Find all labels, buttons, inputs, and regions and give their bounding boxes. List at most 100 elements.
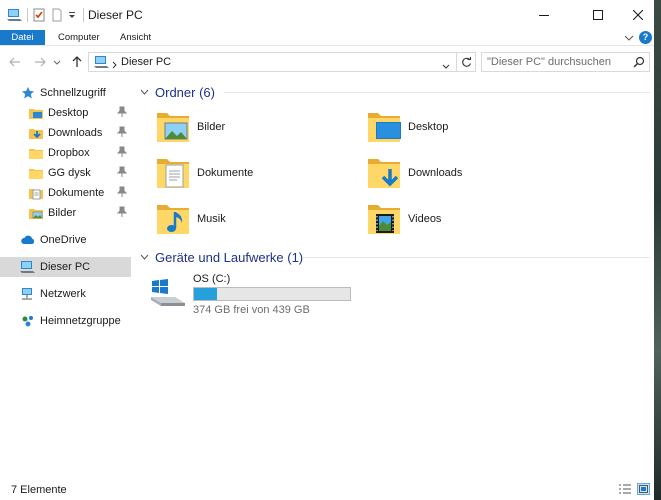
collapse-chevron-icon[interactable] [140, 89, 149, 95]
help-icon[interactable]: ? [639, 31, 652, 44]
search-placeholder: "Dieser PC" durchsuchen [487, 56, 611, 68]
folder-label: Bilder [197, 121, 226, 133]
sidebar-item-label: Dieser PC [40, 261, 91, 273]
address-dropdown-chevron-icon[interactable] [442, 58, 450, 72]
sidebar-item-label: Desktop [48, 107, 89, 119]
sidebar-item-label: GG dysk [48, 167, 91, 179]
drive-free-space: 374 GB frei von 439 GB [193, 304, 310, 316]
up-arrow-icon[interactable] [68, 53, 86, 71]
qa-separator [27, 8, 28, 22]
tab-computer[interactable]: Computer [58, 30, 100, 45]
pictures-folder-icon [28, 205, 44, 221]
sidebar-item-label: OneDrive [40, 234, 87, 246]
sidebar-item-schnellzugriff[interactable]: Schnellzugriff [0, 83, 131, 103]
sidebar-item-desktop[interactable]: Desktop [0, 103, 131, 123]
sidebar-item-heimnetzgruppe[interactable]: Heimnetzgruppe [0, 311, 131, 331]
refresh-icon [461, 56, 471, 67]
address-bar[interactable]: Dieser PC [88, 52, 457, 72]
folder-icon [28, 145, 44, 161]
breadcrumb-current[interactable]: Dieser PC [121, 56, 171, 68]
customize-qa-chevron-icon[interactable] [66, 7, 78, 23]
sidebar-item-dieser-pc[interactable]: Dieser PC [0, 257, 131, 277]
item-count: 7 Elemente [11, 484, 67, 496]
expand-ribbon-chevron-icon[interactable] [622, 30, 636, 45]
sidebar-item-netzwerk[interactable]: Netzwerk [0, 284, 131, 304]
homegroup-icon [20, 313, 36, 329]
drive-os-c[interactable]: OS (C:) 374 GB frei von 439 GB [149, 273, 389, 317]
pin-icon[interactable] [116, 206, 128, 221]
desktop-folder-icon [368, 113, 401, 142]
pin-icon[interactable] [116, 186, 128, 201]
star-icon [20, 85, 36, 101]
search-icon[interactable] [633, 56, 645, 71]
sidebar-item-label: Netzwerk [40, 288, 86, 300]
drive-name: OS (C:) [193, 273, 231, 285]
documents-folder-icon [157, 159, 189, 188]
sidebar-item-label: Dokumente [48, 187, 105, 199]
window-title: Dieser PC [88, 8, 143, 22]
folder-label: Desktop [408, 121, 449, 133]
forward-arrow-icon[interactable] [31, 53, 49, 71]
folder-icon [28, 165, 44, 181]
navigation-pane: Schnellzugriff Desktop Downloads Dropbox [0, 77, 131, 478]
explorer-window: Dieser PC Datei Computer Ansicht ? Diese… [0, 0, 654, 500]
recent-locations-chevron-icon[interactable] [52, 53, 62, 71]
drives-group-header[interactable]: Geräte und Laufwerke (1) [140, 247, 650, 267]
downloads-folder-icon [28, 125, 44, 141]
breadcrumb-chevron-icon[interactable] [112, 58, 117, 72]
tab-ansicht[interactable]: Ansicht [120, 30, 151, 45]
refresh-button[interactable] [457, 52, 476, 72]
folder-label: Musik [197, 213, 226, 225]
folder-videos[interactable]: Videos [366, 199, 441, 239]
navigation-bar: Dieser PC "Dieser PC" durchsuchen [0, 45, 654, 77]
this-pc-icon [20, 259, 36, 275]
sidebar-item-label: Heimnetzgruppe [40, 315, 121, 327]
videos-folder-icon [368, 205, 400, 234]
desktop-folder-icon [28, 105, 44, 121]
sidebar-item-bilder[interactable]: Bilder [0, 203, 131, 223]
drive-usage-fill [194, 288, 218, 300]
drives-group-title: Geräte und Laufwerke (1) [155, 249, 304, 265]
cloud-icon [20, 232, 36, 248]
new-folder-icon[interactable] [50, 7, 64, 23]
pin-icon[interactable] [116, 146, 128, 161]
folder-label: Downloads [408, 167, 463, 179]
status-bar: 7 Elemente [0, 478, 654, 500]
sidebar-item-label: Downloads [48, 127, 103, 139]
this-pc-icon[interactable] [6, 7, 24, 23]
folders-group-header[interactable]: Ordner (6) [140, 82, 650, 102]
drive-usage-bar [193, 287, 351, 301]
sidebar-item-label: Schnellzugriff [40, 87, 106, 99]
minimize-button[interactable] [522, 0, 566, 30]
sidebar-item-dokumente[interactable]: Dokumente [0, 183, 131, 203]
this-pc-icon [94, 55, 110, 72]
folders-group-title: Ordner (6) [155, 84, 215, 100]
back-arrow-icon[interactable] [6, 53, 24, 71]
sidebar-item-downloads[interactable]: Downloads [0, 123, 131, 143]
maximize-button[interactable] [576, 0, 620, 30]
sidebar-item-gg-dysk[interactable]: GG dysk [0, 163, 131, 183]
network-icon [20, 286, 36, 302]
pin-icon[interactable] [116, 166, 128, 181]
documents-folder-icon [28, 185, 44, 201]
folder-dokumente[interactable]: Dokumente [155, 153, 253, 193]
group-divider [302, 257, 650, 258]
tab-datei[interactable]: Datei [0, 30, 45, 45]
pin-icon[interactable] [116, 126, 128, 141]
sidebar-item-label: Dropbox [48, 147, 90, 159]
collapse-chevron-icon[interactable] [140, 254, 149, 260]
content-pane: Ordner (6) Bilder Desktop Dokumente Down… [135, 77, 654, 478]
properties-icon[interactable] [31, 7, 47, 23]
search-input[interactable]: "Dieser PC" durchsuchen [481, 52, 650, 72]
folder-musik[interactable]: Musik [155, 199, 226, 239]
sidebar-item-onedrive[interactable]: OneDrive [0, 230, 131, 250]
desktop-background [654, 0, 661, 500]
folder-desktop[interactable]: Desktop [366, 107, 448, 147]
folder-bilder[interactable]: Bilder [155, 107, 225, 147]
downloads-folder-icon [368, 159, 400, 188]
large-icons-view-icon[interactable] [637, 483, 650, 495]
folder-downloads[interactable]: Downloads [366, 153, 462, 193]
pin-icon[interactable] [116, 106, 128, 121]
details-view-icon[interactable] [618, 483, 631, 495]
sidebar-item-dropbox[interactable]: Dropbox [0, 143, 131, 163]
